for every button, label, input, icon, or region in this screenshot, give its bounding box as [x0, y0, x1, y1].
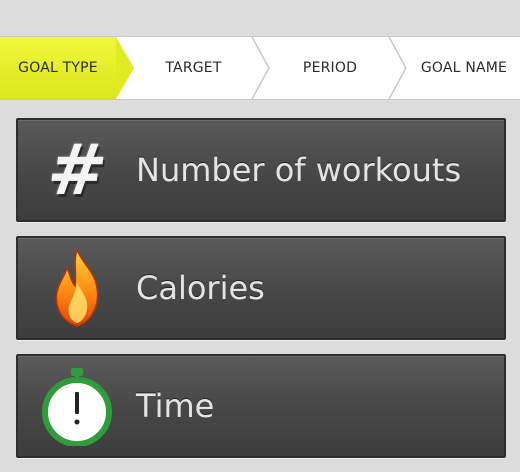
step-target[interactable]: TARGET	[136, 37, 251, 99]
step-label: GOAL TYPE	[18, 60, 98, 76]
option-label: Number of workouts	[136, 151, 462, 189]
goal-option-time[interactable]: Time	[16, 354, 506, 458]
chevron-right-icon	[388, 37, 407, 99]
step-period[interactable]: PERIOD	[272, 37, 388, 99]
chevron-right-icon	[116, 37, 134, 99]
option-label: Calories	[136, 269, 265, 307]
step-label: GOAL NAME	[420, 60, 508, 76]
goal-wizard-steps: GOAL TYPE TARGET PERIOD GOAL NAME	[0, 36, 520, 100]
step-goal-name[interactable]: GOAL NAME	[408, 37, 520, 99]
step-label: TARGET	[165, 60, 222, 76]
flame-icon	[18, 238, 136, 338]
goal-option-calories[interactable]: Calories	[16, 236, 506, 340]
goal-type-list: # Number of workouts Calories Time	[16, 118, 506, 472]
chevron-right-icon	[251, 37, 270, 99]
step-goal-type[interactable]: GOAL TYPE	[0, 37, 116, 99]
stopwatch-icon	[18, 356, 136, 456]
step-label: PERIOD	[302, 60, 358, 76]
hash-icon: #	[43, 129, 111, 211]
goal-option-workouts[interactable]: # Number of workouts	[16, 118, 506, 222]
option-label: Time	[136, 387, 215, 425]
